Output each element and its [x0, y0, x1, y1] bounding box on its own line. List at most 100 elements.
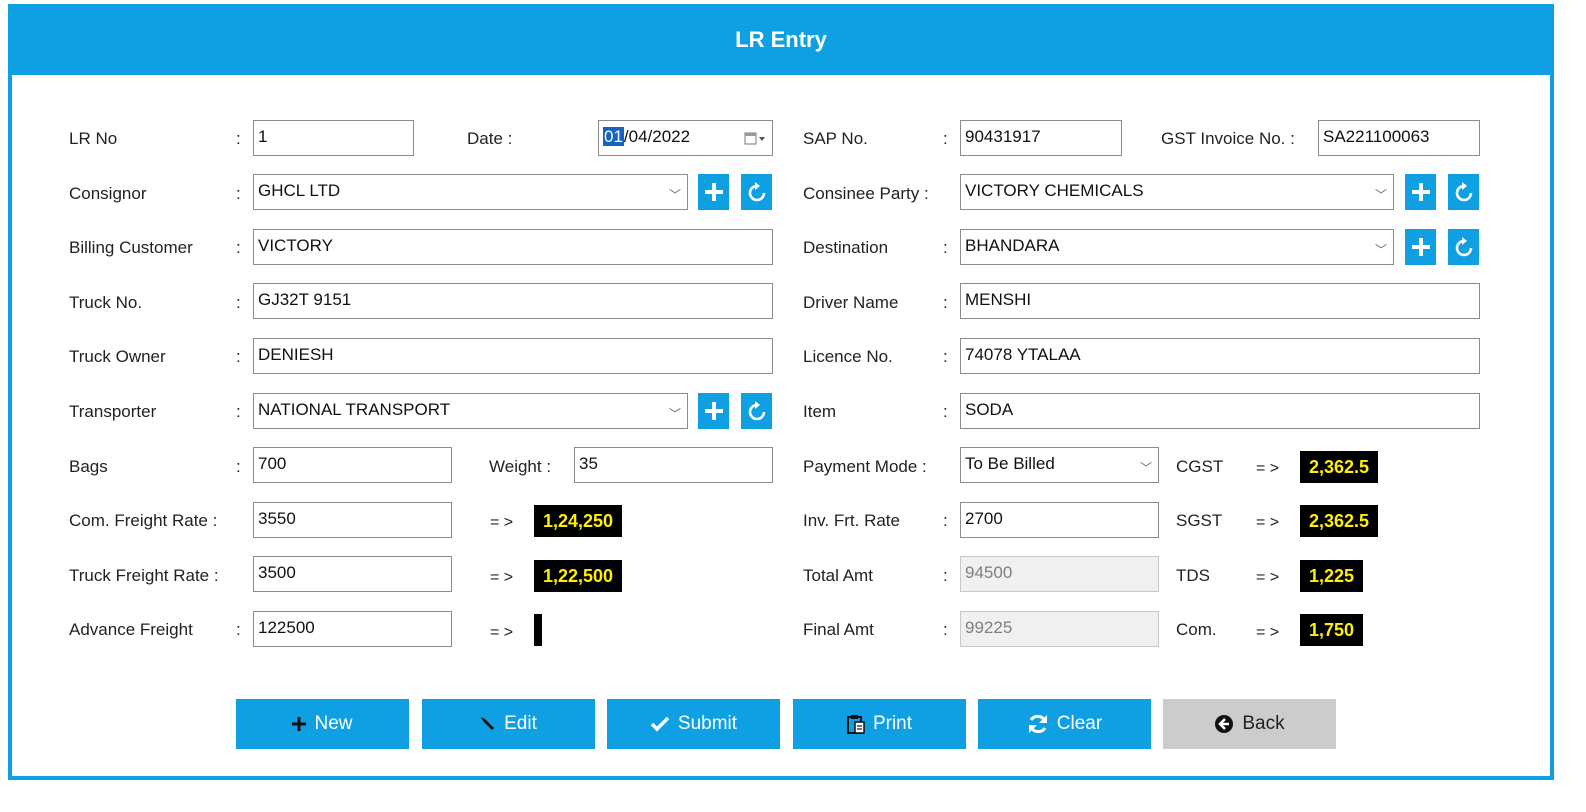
weight-input[interactable]: 35: [574, 447, 773, 483]
colon: :: [236, 238, 241, 257]
total-amt-input: 94500: [960, 556, 1159, 592]
clear-button[interactable]: Clear: [978, 699, 1151, 749]
refresh-consignor-button[interactable]: [741, 174, 772, 210]
back-arrow-icon: [1214, 714, 1234, 734]
chevron-down-icon: ﹀: [1139, 461, 1152, 475]
sync-icon: [1027, 713, 1049, 735]
transporter-select[interactable]: NATIONAL TRANSPORT ﹀: [253, 393, 688, 429]
colon: :: [943, 293, 948, 312]
edit-button-label: Edit: [504, 713, 537, 734]
arrow-label: = >: [1256, 514, 1280, 531]
refresh-destination-button[interactable]: [1448, 229, 1479, 265]
colon: :: [236, 129, 241, 148]
consignor-value: GHCL LTD: [258, 181, 341, 200]
clear-button-label: Clear: [1056, 713, 1103, 734]
plus-icon: [1411, 238, 1430, 256]
refresh-icon: [1455, 237, 1472, 257]
lr-no-label: LR No: [69, 129, 118, 148]
sap-no-input[interactable]: 90431917: [960, 120, 1122, 156]
refresh-icon: [748, 182, 765, 202]
edit-button[interactable]: Edit: [422, 699, 595, 749]
refresh-transporter-button[interactable]: [741, 393, 772, 429]
add-consignee-button[interactable]: [1405, 174, 1436, 210]
driver-name-input[interactable]: MENSHI: [960, 283, 1480, 319]
colon: :: [236, 293, 241, 312]
com-freight-rate-input[interactable]: 3550: [253, 502, 452, 538]
colon: :: [236, 402, 241, 421]
bags-input[interactable]: 700: [253, 447, 452, 483]
colon: :: [943, 238, 948, 257]
truck-freight-rate-input[interactable]: 3500: [253, 556, 452, 592]
billing-customer-input[interactable]: VICTORY: [253, 229, 773, 265]
com-freight-rate-label: Com. Freight Rate :: [69, 511, 218, 530]
calendar-icon[interactable]: [744, 131, 765, 147]
inv-frt-rate-label: Inv. Frt. Rate: [803, 511, 900, 530]
advance-freight-result: [534, 614, 542, 646]
final-amt-input: 99225: [960, 611, 1159, 647]
add-transporter-button[interactable]: [698, 393, 729, 429]
plus-icon: [704, 183, 723, 201]
item-label: Item: [803, 402, 837, 421]
print-button[interactable]: Print: [793, 699, 966, 749]
plus-icon: [1411, 183, 1430, 201]
com-label: Com.: [1176, 620, 1217, 639]
bags-label: Bags: [69, 457, 108, 476]
date-label: Date :: [467, 129, 513, 148]
arrow-label: = >: [1256, 569, 1280, 586]
lr-no-input[interactable]: 1: [253, 120, 414, 156]
advance-freight-input[interactable]: 122500: [253, 611, 452, 647]
colon: :: [943, 347, 948, 366]
truck-owner-input[interactable]: DENIESH: [253, 338, 773, 374]
truck-no-input[interactable]: GJ32T 9151: [253, 283, 773, 319]
arrow-label: = >: [1256, 460, 1280, 477]
date-picker[interactable]: 01/04/2022: [598, 120, 773, 156]
consignee-value: VICTORY CHEMICALS: [965, 181, 1144, 200]
consignor-select[interactable]: GHCL LTD ﹀: [253, 174, 688, 210]
consignee-select[interactable]: VICTORY CHEMICALS ﹀: [960, 174, 1394, 210]
chevron-down-icon: ﹀: [668, 407, 681, 421]
gst-invoice-input[interactable]: SA221100063: [1318, 120, 1480, 156]
print-button-label: Print: [872, 713, 913, 734]
weight-label: Weight :: [489, 457, 552, 476]
date-day-selected: 01: [603, 127, 624, 146]
colon: :: [236, 184, 241, 203]
tds-label: TDS: [1176, 566, 1210, 585]
back-button[interactable]: Back: [1163, 699, 1336, 749]
refresh-consignee-button[interactable]: [1448, 174, 1479, 210]
com-value: 1,750: [1300, 614, 1364, 646]
destination-select[interactable]: BHANDARA ﹀: [960, 229, 1394, 265]
total-amt-label: Total Amt: [803, 566, 873, 585]
driver-name-label: Driver Name: [803, 293, 899, 312]
window-title: LR Entry: [8, 4, 1554, 75]
com-freight-total: 1,24,250: [534, 505, 623, 537]
date-rest: /04/2022: [623, 127, 691, 146]
add-consignor-button[interactable]: [698, 174, 729, 210]
inv-frt-rate-input[interactable]: 2700: [960, 502, 1159, 538]
colon: :: [943, 566, 948, 585]
refresh-icon: [1455, 182, 1472, 202]
submit-button[interactable]: Submit: [607, 699, 780, 749]
colon: :: [943, 129, 948, 148]
destination-value: BHANDARA: [965, 236, 1060, 255]
destination-label: Destination: [803, 238, 889, 257]
chevron-down-icon: ﹀: [668, 188, 681, 202]
truck-no-label: Truck No.: [69, 293, 143, 312]
transporter-value: NATIONAL TRANSPORT: [258, 400, 451, 419]
chevron-down-icon: ﹀: [1374, 188, 1387, 202]
plus-icon: [704, 402, 723, 420]
clipboard-icon: [846, 714, 865, 734]
consignor-label: Consignor: [69, 184, 147, 203]
add-destination-button[interactable]: [1405, 229, 1436, 265]
colon: :: [943, 511, 948, 530]
sap-no-label: SAP No.: [803, 129, 868, 148]
truck-freight-total: 1,22,500: [534, 560, 623, 592]
gst-invoice-label: GST Invoice No. :: [1161, 129, 1295, 148]
payment-mode-select[interactable]: To Be Billed ﹀: [960, 447, 1159, 483]
payment-mode-label: Payment Mode :: [803, 457, 927, 476]
final-amt-label: Final Amt: [803, 620, 874, 639]
licence-no-input[interactable]: 74078 YTALAA: [960, 338, 1480, 374]
cgst-label: CGST: [1176, 457, 1224, 476]
arrow-label: = >: [490, 569, 514, 586]
item-input[interactable]: SODA: [960, 393, 1480, 429]
new-button[interactable]: New: [236, 699, 409, 749]
